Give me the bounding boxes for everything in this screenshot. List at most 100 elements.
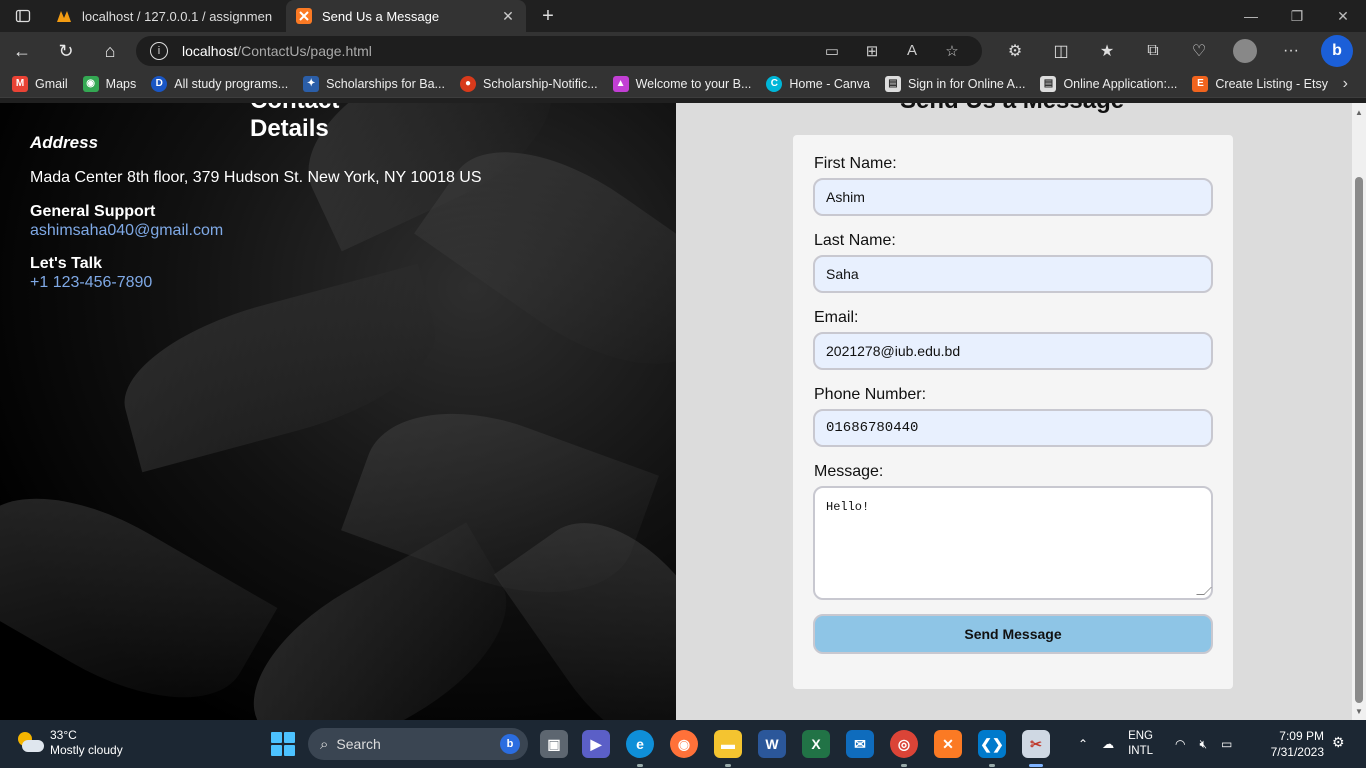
teams-icon[interactable]: ▶ (582, 730, 610, 758)
battery-icon[interactable]: ▭ (1221, 737, 1232, 751)
favorite-star-icon[interactable]: ☆ (932, 42, 972, 60)
home-icon[interactable]: ⌂ (88, 32, 132, 70)
app-available-icon[interactable]: ▭ (812, 42, 852, 60)
firefox-icon[interactable]: ◉ (670, 730, 698, 758)
bookmark-sign-in[interactable]: ▤ Sign in for Online A... (885, 75, 1025, 92)
bookmark-canva[interactable]: C Home - Canva (766, 75, 870, 92)
onedrive-icon[interactable]: ☁ (1102, 737, 1114, 751)
resize-handle[interactable] (1196, 587, 1212, 595)
vertical-scrollbar[interactable]: ▲ ▼ (1352, 103, 1366, 720)
bookmark-label: Create Listing - Etsy (1215, 76, 1328, 91)
tab-title: Send Us a Message (322, 8, 440, 24)
bookmarks-overflow-icon[interactable]: › (1343, 75, 1348, 93)
bing-icon: b (1321, 35, 1353, 67)
welcome-icon: ▲ (612, 75, 629, 92)
phpmyadmin-icon (57, 11, 71, 22)
page-viewport: Contact Details Address Mada Center 8th … (0, 103, 1366, 720)
contact-details-panel: Contact Details Address Mada Center 8th … (0, 103, 676, 720)
bookmark-online-application[interactable]: ▤ Online Application:... (1040, 75, 1177, 92)
show-hidden-icons-icon[interactable]: ⌃ (1078, 737, 1088, 751)
site-info-icon[interactable]: i (150, 42, 168, 60)
read-aloud-icon[interactable]: A (892, 42, 932, 60)
bookmarks-bar: M Gmail ◉ Maps D All study programs... ✦ Sch… (0, 70, 1366, 98)
bookmark-study-programs[interactable]: D All study programs... (151, 75, 289, 92)
bookmark-etsy[interactable]: E Create Listing - Etsy (1192, 75, 1328, 92)
restore-icon[interactable]: ❐ (1274, 0, 1320, 32)
scroll-down-arrow-icon[interactable]: ▼ (1352, 704, 1366, 718)
copilot-button[interactable]: b (1314, 32, 1360, 70)
bing-icon: b (500, 734, 520, 754)
bookmark-gmail[interactable]: M Gmail (12, 75, 68, 92)
language-indicator[interactable]: ENG INTL (1128, 729, 1153, 759)
xampp-icon[interactable]: ✕ (934, 730, 962, 758)
snipping-tool-icon[interactable]: ✂ (1022, 730, 1050, 758)
word-icon[interactable]: W (758, 730, 786, 758)
performance-icon[interactable]: ♡ (1176, 32, 1222, 70)
clock-date: 7/31/2023 (1270, 745, 1324, 759)
extensions-icon[interactable]: ⚙ (992, 32, 1038, 70)
address-bar[interactable]: i localhost/ContactUs/page.html ▭ ⊞ A ☆ (136, 36, 982, 66)
bookmark-label: Maps (105, 76, 137, 91)
cloudy-weather-icon (16, 732, 44, 754)
close-tab-icon[interactable]: ✕ (500, 8, 516, 25)
tab-phpmyadmin[interactable]: localhost / 127.0.0.1 / assignmen (46, 0, 286, 32)
last-name-input[interactable]: Saha (813, 255, 1213, 293)
address-toolbar: ← ↻ ⌂ i localhost/ContactUs/page.html ▭ … (0, 32, 1366, 70)
message-textarea[interactable]: Hello! (813, 486, 1213, 600)
back-icon[interactable]: ← (0, 32, 44, 70)
notification-icon: ● (459, 75, 476, 92)
send-message-button[interactable]: Send Message (813, 614, 1213, 654)
gmail-icon: M (12, 75, 28, 92)
collections-icon[interactable]: ⧉ (1130, 32, 1176, 70)
bookmark-label: Home - Canva (789, 76, 870, 91)
clock[interactable]: 7:09 PM 7/31/2023 (1262, 728, 1324, 760)
first-name-label: First Name: (814, 155, 897, 172)
notifications-icon[interactable]: ⚙ (1332, 734, 1345, 751)
split-screen-icon[interactable]: ◫ (1038, 32, 1084, 70)
favorites-icon[interactable]: ★ (1084, 32, 1130, 70)
phone-link[interactable]: +1 123-456-7890 (30, 274, 152, 292)
vscode-icon[interactable]: ❮❯ (978, 730, 1006, 758)
volume-muted-icon[interactable]: 🔇︎ (1199, 737, 1207, 752)
tab-actions-button[interactable] (0, 0, 46, 32)
excel-icon[interactable]: X (802, 730, 830, 758)
refresh-icon[interactable]: ↻ (44, 32, 88, 70)
canva-icon: C (766, 75, 783, 92)
message-label: Message: (814, 463, 884, 480)
support-email-link[interactable]: ashimsaha040@gmail.com (30, 222, 223, 240)
signin-icon: ▤ (885, 75, 901, 92)
first-name-input[interactable]: Ashim (813, 178, 1213, 216)
bookmark-maps[interactable]: ◉ Maps (82, 75, 137, 92)
windows-start-icon[interactable] (271, 732, 295, 756)
etsy-icon: E (1192, 75, 1209, 92)
tab-bar: localhost / 127.0.0.1 / assignmen Send U… (0, 0, 1366, 32)
more-menu-icon[interactable]: ··· (1268, 32, 1314, 70)
edge-icon[interactable]: e (626, 730, 654, 758)
apps-icon[interactable]: ⊞ (852, 42, 892, 60)
mail-icon[interactable]: ✉ (846, 730, 874, 758)
weather-widget[interactable]: 33°C Mostly cloudy (16, 728, 123, 758)
new-tab-button[interactable]: + (532, 0, 564, 32)
file-explorer-icon[interactable]: ▬ (714, 730, 742, 758)
scroll-up-arrow-icon[interactable]: ▲ (1352, 105, 1366, 119)
profile-button[interactable] (1222, 32, 1268, 70)
bookmark-scholarship-notification[interactable]: ● Scholarship-Notific... (459, 75, 598, 92)
phone-input[interactable]: 01686780440 (813, 409, 1213, 447)
bookmark-label: Scholarship-Notific... (482, 76, 598, 91)
url-path: /ContactUs/page.html (237, 43, 372, 59)
task-view-icon[interactable]: ▣ (540, 730, 568, 758)
wifi-icon[interactable]: ◠ (1175, 737, 1185, 751)
minimize-icon[interactable]: — (1228, 0, 1274, 32)
tab-send-us-a-message[interactable]: Send Us a Message ✕ (286, 0, 526, 32)
email-input[interactable]: 2021278@iub.edu.bd (813, 332, 1213, 370)
bookmark-label: All study programs... (174, 76, 289, 91)
bookmark-scholarships[interactable]: ✦ Scholarships for Ba... (303, 75, 445, 92)
scroll-thumb[interactable] (1355, 177, 1363, 703)
bookmark-label: Welcome to your B... (635, 76, 752, 91)
chrome-icon[interactable]: ◎ (890, 730, 918, 758)
close-window-icon[interactable]: ✕ (1320, 0, 1366, 32)
running-indicator (637, 764, 643, 767)
url-host: localhost (182, 43, 238, 59)
bookmark-welcome[interactable]: ▲ Welcome to your B... (612, 75, 752, 92)
taskbar-search[interactable]: ⌕ Search b (308, 728, 528, 760)
